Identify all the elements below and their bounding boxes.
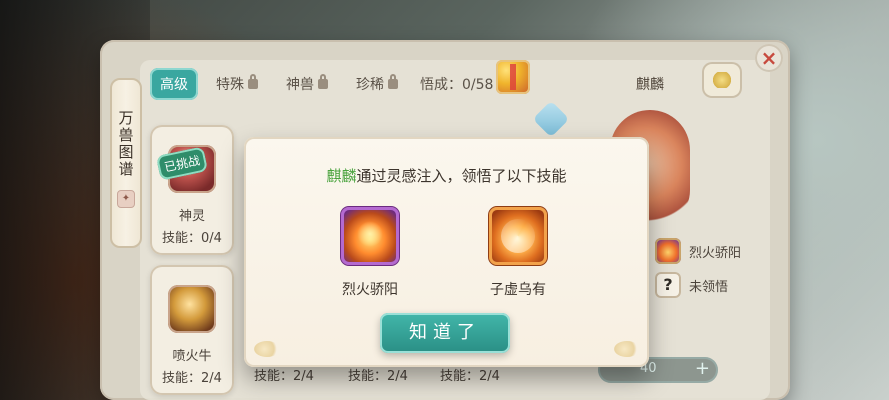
learned-skill[interactable]: 子虚乌有 bbox=[478, 207, 558, 299]
beast-card[interactable]: 已挑战 神灵 技能：0/4 bbox=[150, 125, 234, 255]
fire-skill-icon[interactable] bbox=[655, 238, 681, 264]
reward-gift-icon[interactable] bbox=[496, 60, 530, 94]
flower-decoration-icon bbox=[614, 341, 640, 357]
bottom-skill-count: 技能：2/4 bbox=[440, 369, 500, 384]
close-button[interactable]: × bbox=[755, 44, 783, 72]
beast-name: 喷火牛 bbox=[172, 349, 212, 364]
tab-divine-beast[interactable]: 神兽 bbox=[276, 68, 338, 100]
dialog-title-beast: 麒麟 bbox=[326, 167, 357, 185]
beast-emblem-icon[interactable] bbox=[702, 62, 742, 98]
fire-skill-icon bbox=[341, 207, 399, 265]
tab-special[interactable]: 特殊 bbox=[206, 68, 268, 100]
beast-skill-count: 技能：2/4 bbox=[162, 371, 222, 386]
beast-avatar bbox=[168, 285, 216, 333]
skill-learned-dialog: 麒麟通过灵感注入，领悟了以下技能 烈火骄阳 子虚乌有 知道了 bbox=[244, 137, 649, 367]
tab-rare[interactable]: 珍稀 bbox=[346, 68, 408, 100]
selected-beast-name: 麒麟 bbox=[636, 77, 664, 93]
ok-button[interactable]: 知道了 bbox=[380, 313, 510, 353]
dialog-title: 麒麟通过灵感注入，领悟了以下技能 bbox=[244, 165, 649, 186]
beast-name: 神灵 bbox=[178, 209, 205, 224]
right-skill-label-2: 未领悟 bbox=[689, 279, 729, 295]
side-scroll-tab[interactable]: 万兽图谱 ✦ bbox=[110, 78, 142, 248]
tab-special-label: 特殊 bbox=[216, 77, 244, 93]
flower-decoration-icon bbox=[254, 341, 280, 357]
learned-skill-label: 烈火骄阳 bbox=[342, 282, 398, 298]
dialog-title-text: 通过灵感注入，领悟了以下技能 bbox=[356, 167, 567, 185]
question-mark-icon[interactable]: ? bbox=[655, 272, 681, 298]
bottom-skill-count: 技能：2/4 bbox=[348, 369, 408, 384]
beast-skill-count: 技能：0/4 bbox=[162, 231, 222, 246]
right-skill-row-1: 烈火骄阳 bbox=[655, 238, 741, 264]
plus-icon[interactable]: + bbox=[695, 358, 710, 379]
lock-icon bbox=[248, 74, 258, 89]
vortex-skill-icon bbox=[489, 207, 547, 265]
tab-divine-beast-label: 神兽 bbox=[286, 77, 314, 93]
lock-icon bbox=[318, 74, 328, 89]
category-tabs: 高级 特殊 神兽 珍稀 悟成：0/58 bbox=[150, 68, 493, 100]
lock-icon bbox=[388, 74, 398, 89]
right-skill-label-1: 烈火骄阳 bbox=[689, 245, 742, 261]
learned-skill-label: 子虚乌有 bbox=[490, 282, 546, 298]
learned-skill[interactable]: 烈火骄阳 bbox=[330, 207, 410, 299]
bottom-skill-count: 技能：2/4 bbox=[254, 369, 314, 384]
tab-rare-label: 珍稀 bbox=[356, 77, 384, 93]
side-scroll-title: 万兽图谱 bbox=[116, 110, 135, 178]
right-skill-row-2: ? 未领悟 bbox=[655, 272, 728, 298]
tab-advanced[interactable]: 高级 bbox=[150, 68, 198, 100]
tab-advanced-label: 高级 bbox=[160, 77, 188, 93]
insight-progress: 悟成：0/58 bbox=[420, 77, 494, 93]
beast-card[interactable]: 喷火牛 技能：2/4 bbox=[150, 265, 234, 395]
scroll-seal-icon: ✦ bbox=[117, 190, 135, 208]
